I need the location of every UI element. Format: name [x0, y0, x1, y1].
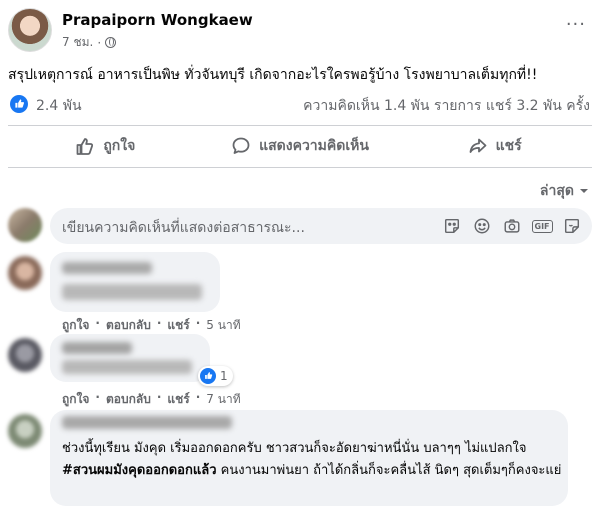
comment-text: ช่วงนี้ทุเรียน มังคุด เริ่มออกดอกครับ ชา…	[62, 438, 562, 482]
comment-time[interactable]: 7 นาที	[206, 390, 240, 409]
emoji-icon[interactable]	[472, 216, 492, 236]
post-meta: 7 ชม. ·	[62, 33, 117, 52]
globe-icon	[105, 37, 117, 48]
share-button[interactable]: แชร์	[397, 128, 592, 164]
comment-reply-link[interactable]: ตอบกลับ	[106, 316, 151, 335]
comment-actions: ถูกใจ · ตอบกลับ · แชร์ · 5 นาที	[62, 316, 241, 335]
meta-separator: ·	[97, 35, 102, 50]
avatar-sticker-icon[interactable]	[562, 216, 582, 236]
comment-time[interactable]: 5 นาที	[206, 316, 240, 335]
camera-icon[interactable]	[502, 216, 522, 236]
sort-label: ล่าสุด	[539, 183, 574, 199]
comment-bubble	[50, 334, 210, 382]
divider	[8, 167, 592, 168]
hashtag-link[interactable]: #สวนผมมังคุดออกดอกแล้ว	[62, 463, 217, 478]
thumbs-up-icon	[76, 138, 94, 155]
comment-like-link[interactable]: ถูกใจ	[62, 316, 89, 335]
redacted-text	[62, 360, 192, 374]
comment-reaction-chip[interactable]: 1	[198, 366, 233, 386]
commenter-avatar[interactable]	[8, 414, 42, 448]
reactions-summary: 2.4 พัน ความคิดเห็น 1.4 พัน รายการ แชร์ …	[8, 94, 592, 116]
divider	[8, 125, 592, 126]
like-button[interactable]: ถูกใจ	[8, 128, 203, 164]
share-label: แชร์	[495, 138, 522, 154]
like-reaction-icon	[200, 368, 216, 384]
caret-down-icon	[580, 189, 588, 193]
comment-share-link[interactable]: แชร์	[167, 390, 189, 409]
reaction-count: 1	[220, 369, 228, 383]
comment-sort-dropdown[interactable]: ล่าสุด	[540, 180, 590, 202]
sticker-icon[interactable]	[442, 216, 462, 236]
post-time[interactable]: 7 ชม.	[62, 33, 93, 52]
comment-text-part: ช่วงนี้ทุเรียน มังคุด เริ่มออกดอกครับ ชา…	[62, 441, 527, 456]
comment-button[interactable]: แสดงความคิดเห็น	[203, 128, 398, 164]
comment-text-part: คนงานมาพ่นยา ถ้าได้กลิ่นก็จะคลื่นไส้ นิด…	[216, 463, 562, 478]
gif-label: GIF	[531, 219, 553, 233]
commenter-avatar[interactable]	[8, 256, 42, 290]
comment-label: แสดงความคิดเห็น	[259, 138, 369, 154]
gif-icon[interactable]: GIF	[531, 216, 553, 236]
comment-actions: ถูกใจ · ตอบกลับ · แชร์ · 7 นาที	[62, 390, 241, 409]
comment-input[interactable]: เขียนความคิดเห็นที่แสดงต่อสาธารณะ... GIF	[50, 208, 592, 244]
redacted-text	[62, 284, 202, 300]
post-header: Prapaiporn Wongkaew 7 ชม. · ···	[8, 8, 592, 54]
comment-icon	[232, 137, 250, 154]
redacted-name	[62, 416, 232, 429]
composer-tools: GIF	[442, 216, 582, 236]
redacted-name	[62, 342, 132, 354]
comment-share-stats[interactable]: ความคิดเห็น 1.4 พัน รายการ แชร์ 3.2 พัน …	[303, 95, 590, 117]
comment-like-link[interactable]: ถูกใจ	[62, 390, 89, 409]
like-reaction-icon[interactable]	[10, 95, 28, 113]
share-arrow-icon	[469, 138, 487, 153]
comment-share-link[interactable]: แชร์	[167, 316, 189, 335]
like-count[interactable]: 2.4 พัน	[36, 95, 82, 117]
commenter-avatar[interactable]	[8, 338, 42, 372]
redacted-name	[62, 262, 152, 274]
post-text: สรุปเหตุการณ์ อาหารเป็นพิษ ทั่วจันทบุรี …	[8, 67, 538, 83]
comment-placeholder: เขียนความคิดเห็นที่แสดงต่อสาธารณะ...	[62, 220, 305, 236]
author-name[interactable]: Prapaiporn Wongkaew	[62, 11, 253, 29]
viewer-avatar	[8, 208, 42, 242]
like-label: ถูกใจ	[103, 138, 136, 154]
more-options-button[interactable]: ···	[566, 14, 586, 35]
post-action-bar: ถูกใจ แสดงความคิดเห็น แชร์	[8, 128, 592, 164]
comment-bubble	[50, 252, 220, 312]
author-avatar[interactable]	[8, 8, 52, 52]
comment-reply-link[interactable]: ตอบกลับ	[106, 390, 151, 409]
